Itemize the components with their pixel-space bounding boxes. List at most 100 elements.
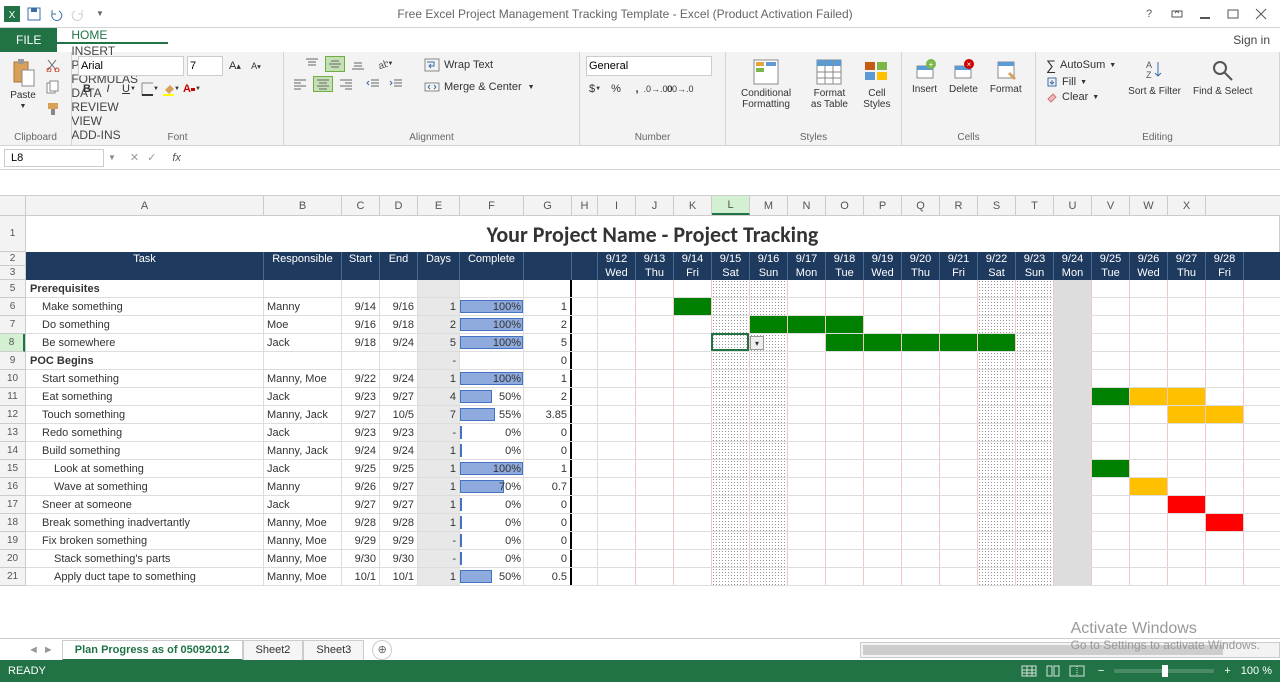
cell-complete[interactable]: 100% (460, 370, 524, 387)
cell-g[interactable]: 0 (524, 532, 572, 549)
gantt-cell[interactable] (1168, 478, 1206, 495)
row-header-2[interactable]: 2 (0, 252, 25, 266)
cell-start[interactable]: 9/26 (342, 478, 380, 495)
cell-end[interactable] (380, 352, 418, 369)
gantt-cell[interactable] (750, 316, 788, 333)
font-color-icon[interactable]: A▼ (183, 80, 201, 98)
gantt-cell[interactable] (598, 298, 636, 315)
cell[interactable] (572, 298, 598, 315)
gantt-cell[interactable] (1130, 280, 1168, 297)
gantt-cell[interactable] (1206, 280, 1244, 297)
gantt-cell[interactable] (1168, 568, 1206, 585)
cell-resp[interactable]: Jack (264, 496, 342, 513)
cut-icon[interactable] (44, 56, 62, 74)
fb-enter-icon[interactable]: ✓ (147, 151, 156, 164)
col-header-E[interactable]: E (418, 196, 460, 215)
cell-end[interactable]: 9/18 (380, 316, 418, 333)
gantt-cell[interactable] (978, 478, 1016, 495)
gantt-cell[interactable] (598, 280, 636, 297)
cell-days[interactable]: 7 (418, 406, 460, 423)
header-cell[interactable]: 9/15 (712, 252, 750, 266)
gantt-cell[interactable] (1016, 298, 1054, 315)
cell-start[interactable]: 9/27 (342, 406, 380, 423)
cell-end[interactable]: 10/5 (380, 406, 418, 423)
gantt-cell[interactable] (636, 442, 674, 459)
cell-task[interactable]: Do something (26, 316, 264, 333)
cell-start[interactable]: 9/23 (342, 388, 380, 405)
fb-cancel-icon[interactable]: ✕ (130, 151, 139, 164)
cell-resp[interactable]: Manny (264, 478, 342, 495)
gantt-cell[interactable] (978, 352, 1016, 369)
gantt-cell[interactable] (864, 280, 902, 297)
gantt-cell[interactable] (1092, 442, 1130, 459)
gantt-cell[interactable] (750, 406, 788, 423)
cell-g[interactable]: 5 (524, 334, 572, 351)
header-cell[interactable]: Wed (598, 266, 636, 280)
cell-end[interactable]: 9/24 (380, 370, 418, 387)
underline-icon[interactable]: U▼ (120, 80, 138, 98)
gantt-cell[interactable] (1092, 298, 1130, 315)
gantt-cell[interactable] (864, 442, 902, 459)
col-header-K[interactable]: K (674, 196, 712, 215)
col-header-G[interactable]: G (524, 196, 572, 215)
header-cell[interactable] (380, 266, 418, 280)
gantt-cell[interactable] (978, 406, 1016, 423)
cell-start[interactable]: 9/18 (342, 334, 380, 351)
table-row[interactable]: Prerequisites (26, 280, 1280, 298)
gantt-cell[interactable] (636, 460, 674, 477)
gantt-cell[interactable] (1092, 550, 1130, 567)
header-cell[interactable]: Days (418, 252, 460, 266)
header-cell[interactable]: Tue (826, 266, 864, 280)
cell-days[interactable]: 5 (418, 334, 460, 351)
header-cell[interactable] (572, 266, 598, 280)
header-cell[interactable]: 9/25 (1092, 252, 1130, 266)
gantt-cell[interactable] (940, 334, 978, 351)
gantt-cell[interactable] (674, 370, 712, 387)
cell-end[interactable]: 9/27 (380, 388, 418, 405)
gantt-cell[interactable] (712, 568, 750, 585)
gantt-cell[interactable] (636, 550, 674, 567)
cell-complete[interactable]: 0% (460, 550, 524, 567)
gantt-cell[interactable] (636, 478, 674, 495)
cell-task[interactable]: Touch something (26, 406, 264, 423)
cell-complete[interactable]: 0% (460, 496, 524, 513)
gantt-cell[interactable] (1092, 406, 1130, 423)
gantt-cell[interactable] (1206, 568, 1244, 585)
gantt-cell[interactable] (712, 370, 750, 387)
header-cell[interactable]: 9/12 (598, 252, 636, 266)
gantt-cell[interactable] (1092, 568, 1130, 585)
gantt-cell[interactable] (1092, 334, 1130, 351)
gantt-cell[interactable] (826, 478, 864, 495)
view-pagebreak-icon[interactable] (1066, 663, 1088, 679)
gantt-cell[interactable] (598, 460, 636, 477)
gantt-cell[interactable] (788, 514, 826, 531)
gantt-cell[interactable] (750, 514, 788, 531)
gantt-cell[interactable] (1054, 280, 1092, 297)
gantt-cell[interactable] (826, 370, 864, 387)
gantt-cell[interactable] (864, 460, 902, 477)
cell-resp[interactable]: Jack (264, 424, 342, 441)
gantt-cell[interactable] (674, 442, 712, 459)
gantt-cell[interactable] (788, 460, 826, 477)
gantt-cell[interactable] (978, 496, 1016, 513)
table-row[interactable]: Start somethingManny, Moe9/229/241100%1 (26, 370, 1280, 388)
table-row[interactable]: Break something inadvertantlyManny, Moe9… (26, 514, 1280, 532)
row-header-17[interactable]: 17 (0, 496, 25, 514)
cell-g[interactable]: 2 (524, 316, 572, 333)
signin-link[interactable]: Sign in (1223, 28, 1280, 52)
gantt-cell[interactable] (940, 406, 978, 423)
gantt-cell[interactable] (1130, 298, 1168, 315)
qat-dropdown-icon[interactable]: ▼ (92, 6, 108, 22)
cell-start[interactable]: 9/25 (342, 460, 380, 477)
header-cell[interactable]: Thu (636, 266, 674, 280)
gantt-cell[interactable] (1206, 460, 1244, 477)
gantt-cell[interactable] (1206, 442, 1244, 459)
gantt-cell[interactable] (1016, 568, 1054, 585)
gantt-cell[interactable] (1016, 460, 1054, 477)
gantt-cell[interactable] (1054, 406, 1092, 423)
maximize-icon[interactable] (1226, 7, 1240, 21)
cell-g[interactable]: 1 (524, 460, 572, 477)
cell-g[interactable]: 3.85 (524, 406, 572, 423)
minimize-icon[interactable] (1198, 7, 1212, 21)
cell-resp[interactable] (264, 280, 342, 297)
